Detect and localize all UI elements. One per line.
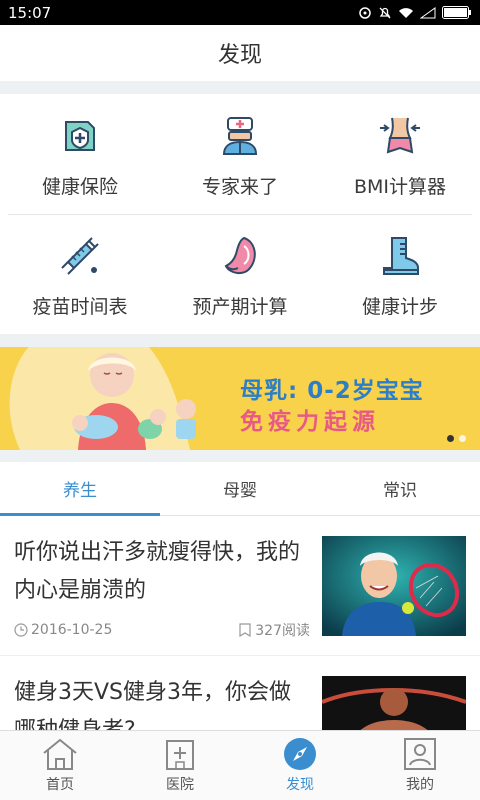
section-divider: [0, 334, 480, 347]
tool-vaccine-schedule[interactable]: 疫苗时间表: [0, 214, 160, 334]
tools-grid: 健康保险 专家来了 BMI计算器 疫苗时间表 预产期计算 健康计步: [0, 94, 480, 334]
health-insurance-icon: [65, 121, 95, 151]
mute-bell-icon: [379, 7, 391, 18]
page-title: 发现: [217, 43, 262, 68]
nav-discover[interactable]: 发现: [240, 731, 360, 800]
status-time: 15:07: [8, 3, 52, 22]
tab-common-sense[interactable]: 常识: [320, 462, 480, 515]
tool-label: 专家来了: [201, 176, 278, 198]
banner-line-1: 母乳: 0-2岁宝宝: [240, 378, 424, 404]
carousel-dot[interactable]: [459, 435, 466, 442]
article-item[interactable]: 健身3天VS健身3年，你会做哪种健身者?: [0, 666, 480, 730]
sync-icon: [359, 6, 371, 19]
tool-label: 预产期计算: [192, 296, 288, 318]
status-icons: [358, 6, 472, 20]
doctor-icon: [222, 117, 258, 155]
bmi-waist-icon: [380, 117, 420, 154]
nav-hospital-label: 医院: [166, 777, 194, 793]
home-icon: [43, 738, 77, 770]
battery-icon: [442, 6, 471, 19]
carousel-indicator: [447, 435, 466, 442]
tennis-player-photo: [322, 536, 466, 636]
due-date-icon: [224, 236, 256, 274]
page-title-bar: 发现: [0, 25, 480, 81]
tool-experts[interactable]: 专家来了: [160, 94, 320, 214]
nav-discover-label: 发现: [286, 777, 314, 793]
hospital-icon: [166, 740, 194, 770]
clock-icon: [14, 623, 28, 637]
article-thumbnail: [322, 536, 466, 636]
tool-label: 健康保险: [41, 176, 118, 198]
carousel-dot[interactable]: [447, 435, 454, 442]
bottom-navigation: 首页 医院 发现 我的: [0, 730, 480, 800]
promo-banner[interactable]: 母乳: 0-2岁宝宝 免疫力起源: [0, 347, 480, 450]
article-title: 听你说出汗多就瘦得快，我的内心是崩溃的: [14, 540, 301, 603]
compass-icon: [284, 738, 316, 770]
tool-label: BMI计算器: [353, 176, 447, 198]
article-reads-text: 327阅读: [255, 623, 310, 639]
article-date: 2016-10-25: [14, 620, 112, 640]
article-date-text: 2016-10-25: [31, 622, 113, 638]
article-item[interactable]: 听你说出汗多就瘦得快，我的内心是崩溃的 2016-10-25 327阅读: [0, 516, 480, 656]
nav-profile[interactable]: 我的: [360, 731, 480, 800]
nav-profile-label: 我的: [406, 777, 434, 793]
tab-mother-baby[interactable]: 母婴: [160, 462, 320, 515]
pedometer-boot-icon: [383, 237, 419, 275]
tool-due-date[interactable]: 预产期计算: [160, 214, 320, 334]
article-reads: 327阅读: [238, 620, 310, 640]
nav-home-label: 首页: [46, 777, 74, 793]
grid-divider: [8, 214, 472, 215]
article-title: 健身3天VS健身3年，你会做哪种健身者?: [14, 680, 292, 730]
banner-line-2: 免疫力起源: [240, 409, 380, 435]
tool-bmi-calculator[interactable]: BMI计算器: [320, 94, 480, 214]
tool-label: 健康计步: [361, 296, 438, 318]
status-bar: 15:07: [0, 0, 480, 25]
article-meta: 2016-10-25 327阅读: [14, 620, 310, 640]
tool-health-insurance[interactable]: 健康保险: [0, 94, 160, 214]
signal-icon: [420, 6, 436, 18]
tool-pedometer[interactable]: 健康计步: [320, 214, 480, 334]
fitness-man-photo: [322, 676, 466, 730]
category-tabs: 养生 母婴 常识: [0, 462, 480, 516]
nav-home[interactable]: 首页: [0, 731, 120, 800]
nav-hospital[interactable]: 医院: [120, 731, 240, 800]
wifi-icon: [399, 7, 413, 18]
mother-baby-illustration: [9, 347, 196, 450]
bookmark-icon: [239, 623, 251, 637]
profile-icon: [404, 738, 436, 770]
tool-label: 疫苗时间表: [32, 296, 128, 318]
section-divider: [0, 450, 480, 462]
section-divider: [0, 81, 480, 94]
vaccine-syringe-icon: [61, 237, 99, 275]
article-thumbnail: [322, 676, 466, 730]
tab-health[interactable]: 养生: [0, 462, 160, 516]
